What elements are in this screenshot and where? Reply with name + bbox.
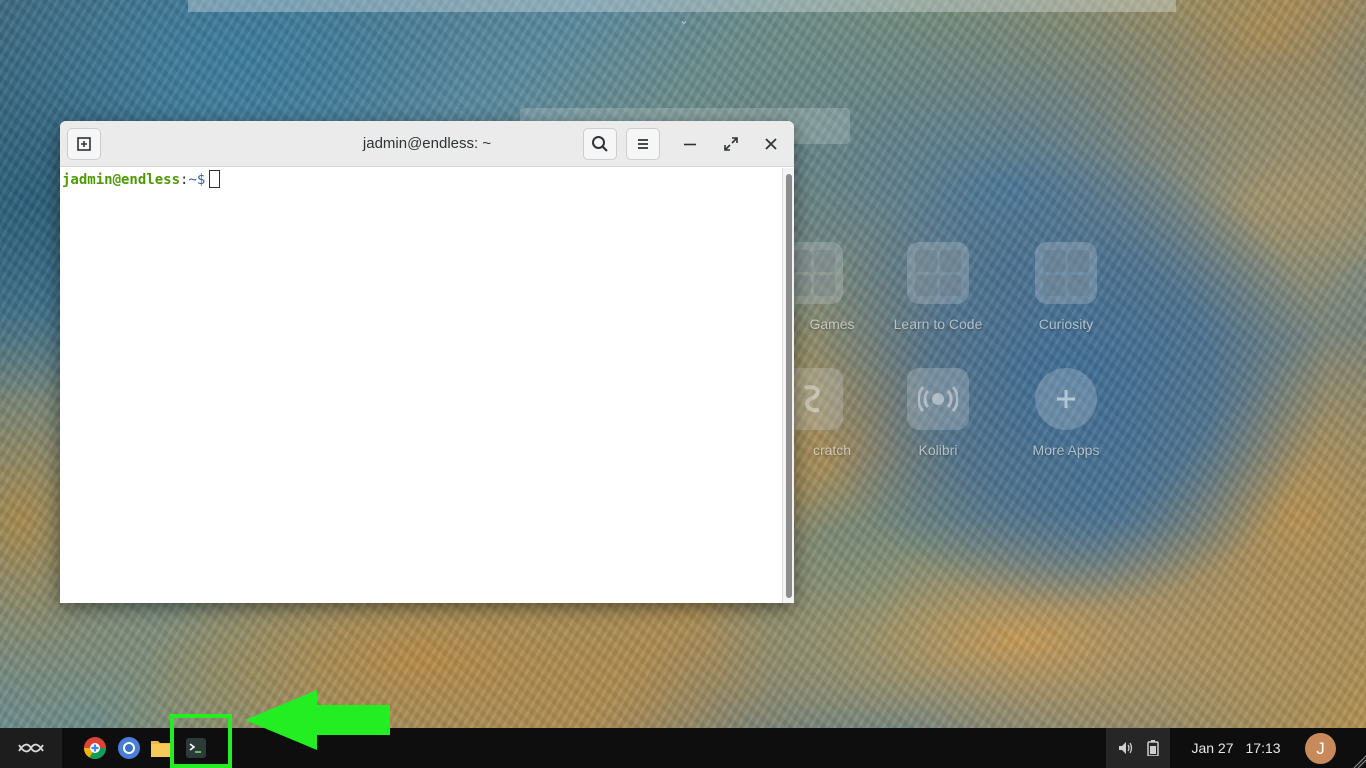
app-more-apps[interactable]: More Apps [1006, 368, 1126, 458]
volume-icon[interactable] [1117, 740, 1133, 756]
scrollbar-thumb[interactable] [786, 174, 792, 598]
chevron-down-icon[interactable]: ⌄ [676, 12, 692, 28]
minimize-button[interactable] [678, 132, 702, 156]
close-icon [765, 138, 777, 150]
add-icon [1035, 368, 1097, 430]
terminal-scrollbar[interactable] [782, 168, 794, 603]
curiosity-folder-icon [1035, 242, 1097, 304]
app-more-apps-label: More Apps [1032, 442, 1100, 458]
system-tray[interactable] [1106, 728, 1170, 768]
hot-corner-icon[interactable] [1352, 752, 1366, 768]
app-curiosity-label: Curiosity [1038, 316, 1094, 332]
search-icon [592, 136, 608, 152]
hamburger-menu-icon [638, 139, 648, 149]
endless-menu-button[interactable] [0, 728, 62, 768]
taskbar-chromium[interactable] [114, 728, 144, 768]
clock-time: 17:13 [1245, 740, 1281, 756]
battery-icon[interactable] [1147, 740, 1159, 756]
search-bar-strip [188, 0, 1176, 12]
endless-logo-icon [18, 743, 44, 753]
maximize-icon [724, 137, 738, 151]
menu-button[interactable] [626, 128, 660, 160]
app-kolibri-label: Kolibri [918, 442, 958, 458]
terminal-window[interactable]: jadmin@endless: ~ jadmin@endless:~$ [60, 121, 794, 603]
app-kolibri[interactable]: Kolibri [878, 368, 998, 458]
kolibri-icon [907, 368, 969, 430]
prompt-user: jadmin@endless [62, 172, 181, 188]
learn-to-code-folder-icon [907, 242, 969, 304]
close-button[interactable] [759, 132, 783, 156]
taskbar-chrome[interactable] [80, 728, 110, 768]
chrome-icon [84, 737, 106, 759]
new-tab-icon [77, 137, 91, 151]
new-tab-button[interactable] [67, 128, 101, 160]
clock-date: Jan 27 [1191, 740, 1234, 756]
prompt-path: ~$ [188, 172, 206, 188]
clock[interactable]: Jan 27 17:13 [1186, 728, 1286, 768]
chromium-icon [118, 737, 140, 759]
terminal-headerbar[interactable]: jadmin@endless: ~ [60, 121, 794, 167]
annotation-highlight-box [170, 714, 232, 768]
minimize-icon [684, 143, 696, 146]
app-learn-to-code-label: Learn to Code [893, 316, 983, 332]
terminal-output[interactable]: jadmin@endless:~$ [60, 168, 782, 603]
app-curiosity[interactable]: Curiosity [1006, 242, 1126, 332]
maximize-button[interactable] [719, 132, 743, 156]
text-cursor [209, 170, 221, 188]
search-button[interactable] [583, 128, 617, 160]
app-learn-to-code[interactable]: Learn to Code [878, 242, 998, 332]
annotation-arrow [245, 690, 390, 750]
user-avatar[interactable]: J [1305, 733, 1336, 764]
folder-icon [151, 741, 171, 757]
